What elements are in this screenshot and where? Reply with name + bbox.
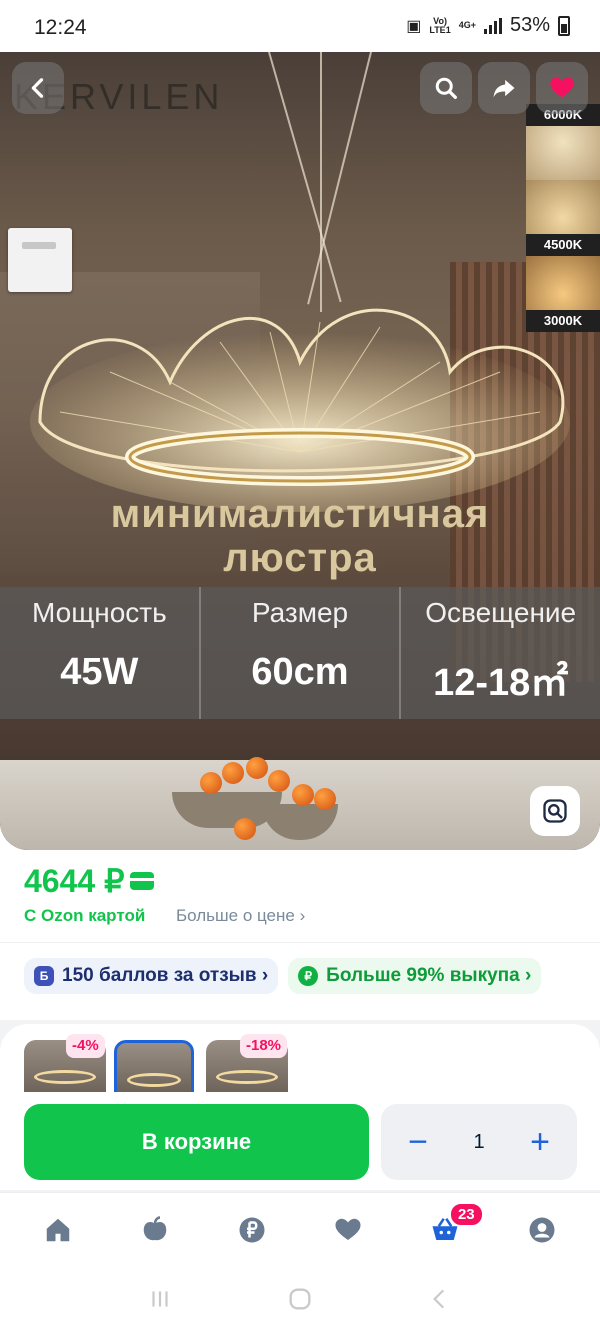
spec-label: Мощность [31, 597, 167, 628]
heart-icon [550, 77, 574, 98]
spec-label: Освещение [425, 597, 577, 628]
decrease-button[interactable]: − [403, 1125, 433, 1159]
fruit [234, 818, 256, 840]
home-icon [47, 1218, 70, 1241]
lamp-cable [307, 52, 372, 305]
spec-value: 12-18㎡ [433, 662, 569, 704]
image-search-icon [543, 799, 567, 823]
chip-label: Больше 99% выкупа › [326, 965, 532, 986]
tab-ozon-bank[interactable] [222, 1200, 282, 1260]
fruit [314, 788, 336, 810]
ruble-icon [239, 1217, 265, 1242]
ozon-card-icon [130, 872, 155, 890]
buyout-chip[interactable]: ₽ Больше 99% выкупа › [288, 958, 542, 994]
sim-icon: ▣ [406, 17, 422, 35]
specs-band: Мощность 45W Размер 60cm Освещение 12-18… [0, 587, 600, 719]
search-icon [435, 77, 457, 99]
profile-icon [529, 1217, 555, 1242]
tab-profile[interactable] [512, 1200, 572, 1260]
swatch-6000k: 6000K [526, 104, 600, 180]
home-nav-icon[interactable] [285, 1284, 315, 1314]
discount-badge: -4% [66, 1034, 105, 1058]
divider [0, 942, 600, 943]
hero-title: минималистичная люстра [0, 492, 600, 580]
fruit [246, 757, 268, 779]
product-image[interactable]: KERVILEN 6000K 4500K 3000K минималистичн… [0, 52, 600, 850]
buyout-icon: ₽ [298, 966, 319, 986]
image-search-button[interactable] [530, 786, 580, 836]
apple-icon [143, 1215, 167, 1240]
fruit [292, 784, 314, 806]
tab-favorites[interactable] [318, 1200, 378, 1260]
discount-badge: -18% [240, 1034, 288, 1058]
recent-apps-icon[interactable] [145, 1284, 175, 1314]
spec-size: Размер 60cm [201, 587, 402, 719]
cart-count-badge: 23 [448, 1201, 484, 1227]
battery-icon [558, 15, 570, 36]
fruit [200, 772, 222, 794]
spec-lighting: Освещение 12-18㎡ [401, 587, 600, 719]
swatch-label: 4500K [526, 234, 600, 256]
spec-power: Мощность 45W [0, 587, 201, 719]
volte-bottom: LTE1 [429, 24, 451, 35]
price-value: 4644 ₽ [24, 863, 125, 899]
back-glyph [433, 1289, 445, 1309]
chandelier-image [30, 308, 570, 512]
bottom-tab-bar: 23 [0, 1192, 600, 1266]
recents-glyph [152, 1291, 168, 1307]
price[interactable]: 4644 ₽ [24, 862, 155, 900]
thumb-lamp [34, 1070, 96, 1084]
status-time: 12:24 [34, 16, 87, 39]
thumb-lamp [127, 1073, 181, 1087]
quantity-stepper: − 1 + [381, 1104, 577, 1180]
share-icon [493, 79, 515, 98]
increase-button[interactable]: + [525, 1125, 555, 1159]
hero-title-line2: люстра [223, 536, 377, 580]
more-price-link[interactable]: Больше о цене › [176, 906, 305, 926]
tab-cart[interactable]: 23 [415, 1200, 484, 1260]
back-arrow-icon [31, 78, 44, 98]
status-bar: 12:24 ▣ Vo) LTE1 4G+ 53% [0, 0, 600, 52]
home-glyph [289, 1288, 311, 1310]
status-icons: ▣ Vo) LTE1 4G+ 53% [406, 14, 570, 37]
volte-indicator: Vo) LTE1 [429, 16, 451, 35]
in-cart-button[interactable]: В корзине [24, 1104, 369, 1180]
chip-label: 150 баллов за отзыв › [62, 965, 269, 986]
signal-icon [483, 17, 502, 34]
ozon-card-label: С Ozon картой [24, 906, 146, 925]
lamp-cable [268, 52, 342, 303]
spec-value: 45W [60, 651, 139, 693]
thumb-lamp [216, 1070, 278, 1084]
points-icon: Б [34, 966, 54, 986]
spec-value: 60cm [251, 651, 349, 693]
tab-fresh[interactable] [125, 1200, 185, 1260]
heart-icon [335, 1218, 361, 1240]
back-nav-icon[interactable] [425, 1284, 455, 1314]
quantity-value: 1 [473, 1130, 485, 1153]
fruit [222, 762, 244, 784]
swatch-4500k: 4500K [526, 180, 600, 256]
info-chips: Б 150 баллов за отзыв › ₽ Больше 99% вык… [24, 958, 542, 994]
tab-home[interactable] [28, 1200, 88, 1260]
search-button[interactable] [420, 62, 472, 114]
back-button[interactable] [12, 62, 64, 114]
review-points-chip[interactable]: Б 150 баллов за отзыв › [24, 958, 279, 994]
spec-label: Размер [251, 597, 349, 628]
favorite-button[interactable] [536, 62, 588, 114]
system-nav-bar [0, 1266, 600, 1332]
hero-title-line1: минималистичная [110, 492, 490, 536]
fruit [268, 770, 290, 792]
battery-percent: 53% [509, 14, 550, 36]
share-button[interactable] [478, 62, 530, 114]
net-type: 4G+ [458, 20, 476, 30]
